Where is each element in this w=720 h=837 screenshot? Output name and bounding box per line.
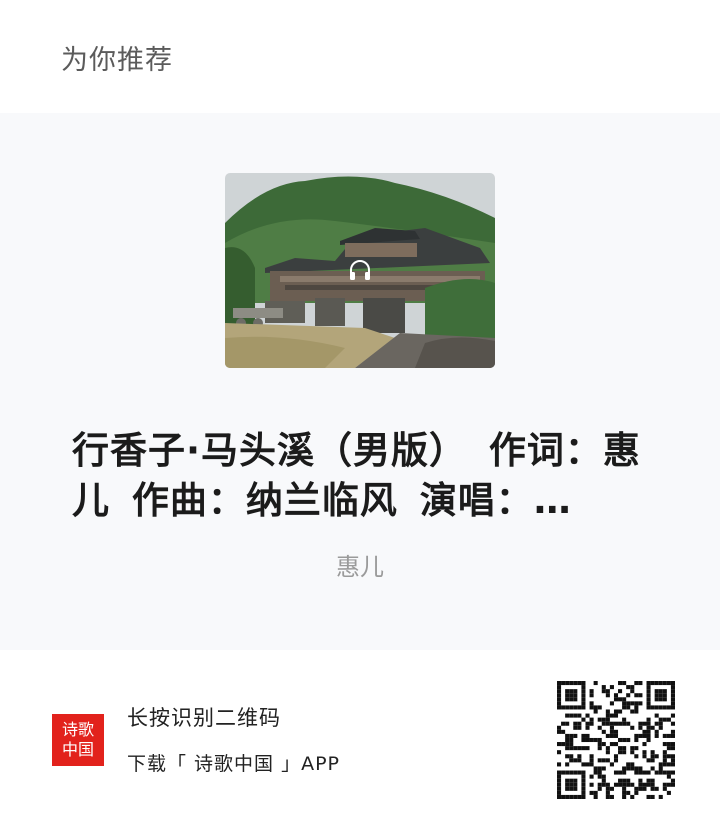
author-name: 惠儿 [336, 553, 384, 581]
app-logo: 诗歌 中国 [52, 714, 104, 766]
logo-text-bottom: 中国 [61, 740, 94, 759]
header: 为你推荐 [0, 0, 720, 113]
download-app-text: 下载「 诗歌中国 」APP [127, 753, 340, 775]
qr-instruction: 长按识别二维码 [127, 706, 281, 730]
share-card-page: 为你推荐 行香子·马头溪（男版） 作词：惠儿 作曲：纳兰临风 演唱：… 惠儿 诗… [0, 0, 720, 837]
page-title: 为你推荐 [61, 45, 173, 76]
song-title[interactable]: 行香子·马头溪（男版） 作词：惠儿 作曲：纳兰临风 演唱：… [72, 426, 662, 526]
qr-code[interactable] [557, 681, 675, 799]
headphone-icon[interactable] [347, 257, 373, 283]
footer: 诗歌 中国 长按识别二维码 下载「 诗歌中国 」APP [0, 650, 720, 837]
recommendation-card[interactable]: 行香子·马头溪（男版） 作词：惠儿 作曲：纳兰临风 演唱：… 惠儿 [0, 113, 720, 650]
cover-image[interactable] [225, 173, 495, 368]
logo-text-top: 诗歌 [61, 720, 94, 739]
